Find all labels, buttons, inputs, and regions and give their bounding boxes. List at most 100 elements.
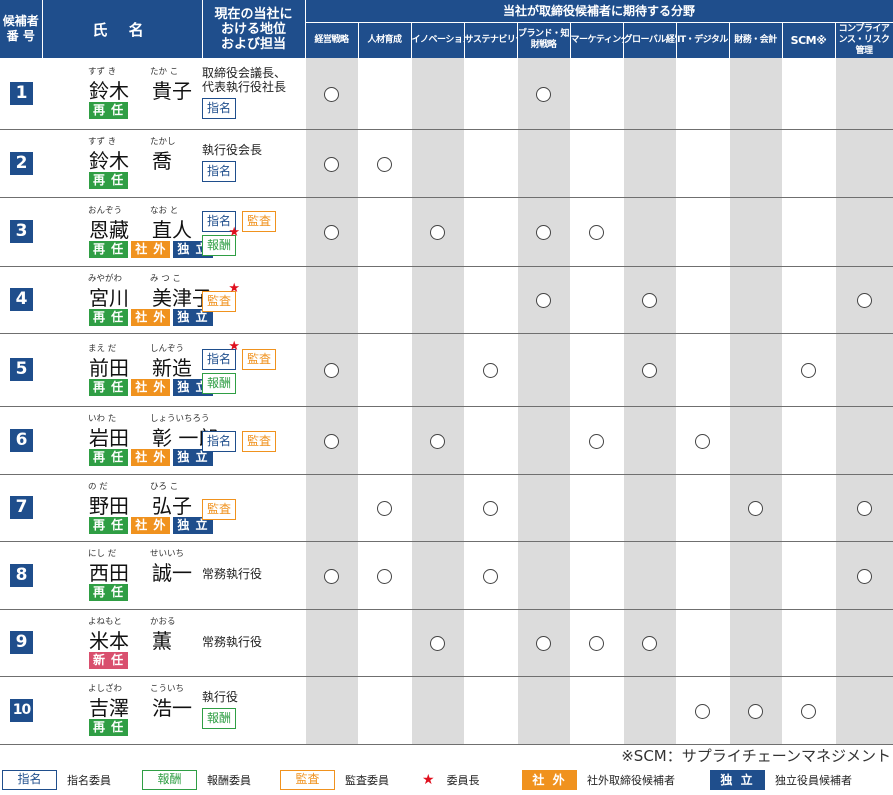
area-cell	[675, 58, 730, 130]
committee-audit-tag: 監査	[242, 348, 277, 370]
committee-audit-tag: 監査	[242, 210, 277, 232]
area-cell	[675, 676, 730, 745]
circle-icon	[536, 86, 551, 102]
circle-icon	[801, 363, 816, 378]
candidate-number: 9	[10, 631, 33, 654]
circle-icon	[589, 433, 604, 449]
current-position: 常務執行役	[202, 567, 263, 581]
circle-icon	[589, 225, 604, 240]
area-cell	[569, 266, 624, 334]
committee-nomination-tag: 指名 ★	[202, 340, 240, 370]
area-cell	[357, 333, 412, 407]
area-header-it-digital: IT・デジタル	[676, 22, 730, 58]
area-cell	[304, 676, 359, 745]
area-cell	[834, 58, 893, 130]
status-badge: 再 任	[89, 378, 129, 396]
area-cell	[622, 609, 677, 677]
area-cell	[357, 58, 412, 130]
candidate-number-cell: 1	[0, 58, 42, 130]
committee-nomination-tag: 指名	[202, 161, 237, 182]
circle-icon	[324, 156, 339, 172]
current-position: 執行役会長	[202, 143, 263, 157]
legend-outside: 社 外社外取締役候補者	[522, 770, 675, 790]
area-cell	[463, 406, 518, 475]
status-badge: 再 任	[89, 308, 129, 326]
committee-remuneration-tag: 報酬	[202, 372, 237, 394]
candidate-name-cell: おんぞう なお と 恩藏 直人 再 任社 外独 立	[42, 197, 213, 267]
circle-icon	[324, 363, 339, 378]
committee-remuneration-tag: 報酬 ★	[202, 226, 240, 256]
area-header-marketing: マーケティング	[570, 22, 624, 58]
area-cell	[569, 676, 624, 745]
area-cell	[304, 197, 359, 267]
area-cell	[675, 266, 730, 334]
area-cell	[463, 541, 518, 610]
area-cell	[357, 676, 412, 745]
area-cell	[675, 406, 730, 475]
area-cell	[463, 333, 518, 407]
circle-icon	[856, 293, 872, 308]
area-cell	[781, 197, 836, 267]
area-cell	[781, 474, 836, 542]
legend: 指名 指名委員 報酬 報酬委員 監査 監査委員 ★ 委員長 社 外社外取締役候補者 独 …	[2, 770, 892, 794]
candidate-name: 恩藏 直人	[89, 217, 192, 242]
star-icon: ★	[228, 338, 241, 354]
area-cell	[622, 333, 677, 407]
area-cell	[569, 58, 624, 130]
candidate-name-cell: すず きたか こ 鈴木 貴子 再 任	[42, 58, 202, 130]
area-cell	[410, 541, 465, 610]
area-cell	[728, 58, 783, 130]
candidate-name-cell: みやがわみ つ こ 宮川 美津子 再 任社 外独 立	[42, 266, 213, 334]
area-cell	[516, 609, 571, 677]
outside-badge: 社 外	[131, 240, 171, 258]
circle-icon	[377, 568, 392, 584]
circle-icon	[642, 293, 657, 308]
area-cell	[410, 333, 465, 407]
area-cell	[516, 406, 571, 475]
area-header-compliance: コンプライアンス・リスク管理	[835, 22, 893, 58]
area-cell	[675, 541, 730, 610]
circle-icon	[536, 225, 551, 240]
candidate-number: 1	[10, 81, 33, 105]
area-cell	[357, 197, 412, 267]
status-badge: 新 任	[89, 651, 129, 669]
area-cell	[410, 197, 465, 267]
area-cell	[304, 333, 359, 407]
candidate-name: 吉澤 浩一	[89, 696, 192, 720]
area-cell	[834, 197, 893, 267]
area-cell	[834, 474, 893, 542]
header-candidate-number: 候補者 番 号	[0, 0, 43, 58]
area-cell	[569, 333, 624, 407]
area-cell	[304, 266, 359, 334]
area-cell	[357, 474, 412, 542]
area-cell	[516, 197, 571, 267]
circle-icon	[642, 363, 657, 378]
candidate-row: 5 まえ だしんぞう 前田 新造 再 任社 外独 立指名 ★ 監査 報酬	[0, 333, 893, 407]
circle-icon	[536, 293, 551, 308]
position-cell: 執行役 報酬	[202, 676, 305, 745]
position-cell: 監査	[202, 474, 305, 542]
candidate-name: 西田 誠一	[89, 561, 192, 585]
area-cell	[463, 197, 518, 267]
current-position: 常務執行役	[202, 634, 263, 649]
candidate-number-cell: 10	[0, 676, 42, 745]
area-cell	[410, 676, 465, 745]
area-cell	[463, 129, 518, 198]
area-cell	[728, 406, 783, 475]
area-cell	[728, 541, 783, 610]
area-cell	[304, 129, 359, 198]
candidate-name: 鈴木 貴子	[89, 79, 192, 104]
circle-icon	[430, 636, 445, 651]
area-header-hr-development: 人材育成	[358, 22, 412, 58]
star-icon: ★	[228, 224, 241, 240]
header-expected-areas: 当社が取締役候補者に期待する分野	[305, 0, 893, 23]
circle-icon	[695, 703, 710, 719]
area-cell	[622, 58, 677, 130]
area-cell	[516, 129, 571, 198]
area-cell	[516, 333, 571, 407]
committee-remuneration-tag: 報酬	[202, 708, 237, 729]
status-badge: 再 任	[89, 172, 129, 189]
area-cell	[569, 197, 624, 267]
circle-icon	[430, 225, 445, 240]
candidate-number: 4	[10, 288, 33, 311]
